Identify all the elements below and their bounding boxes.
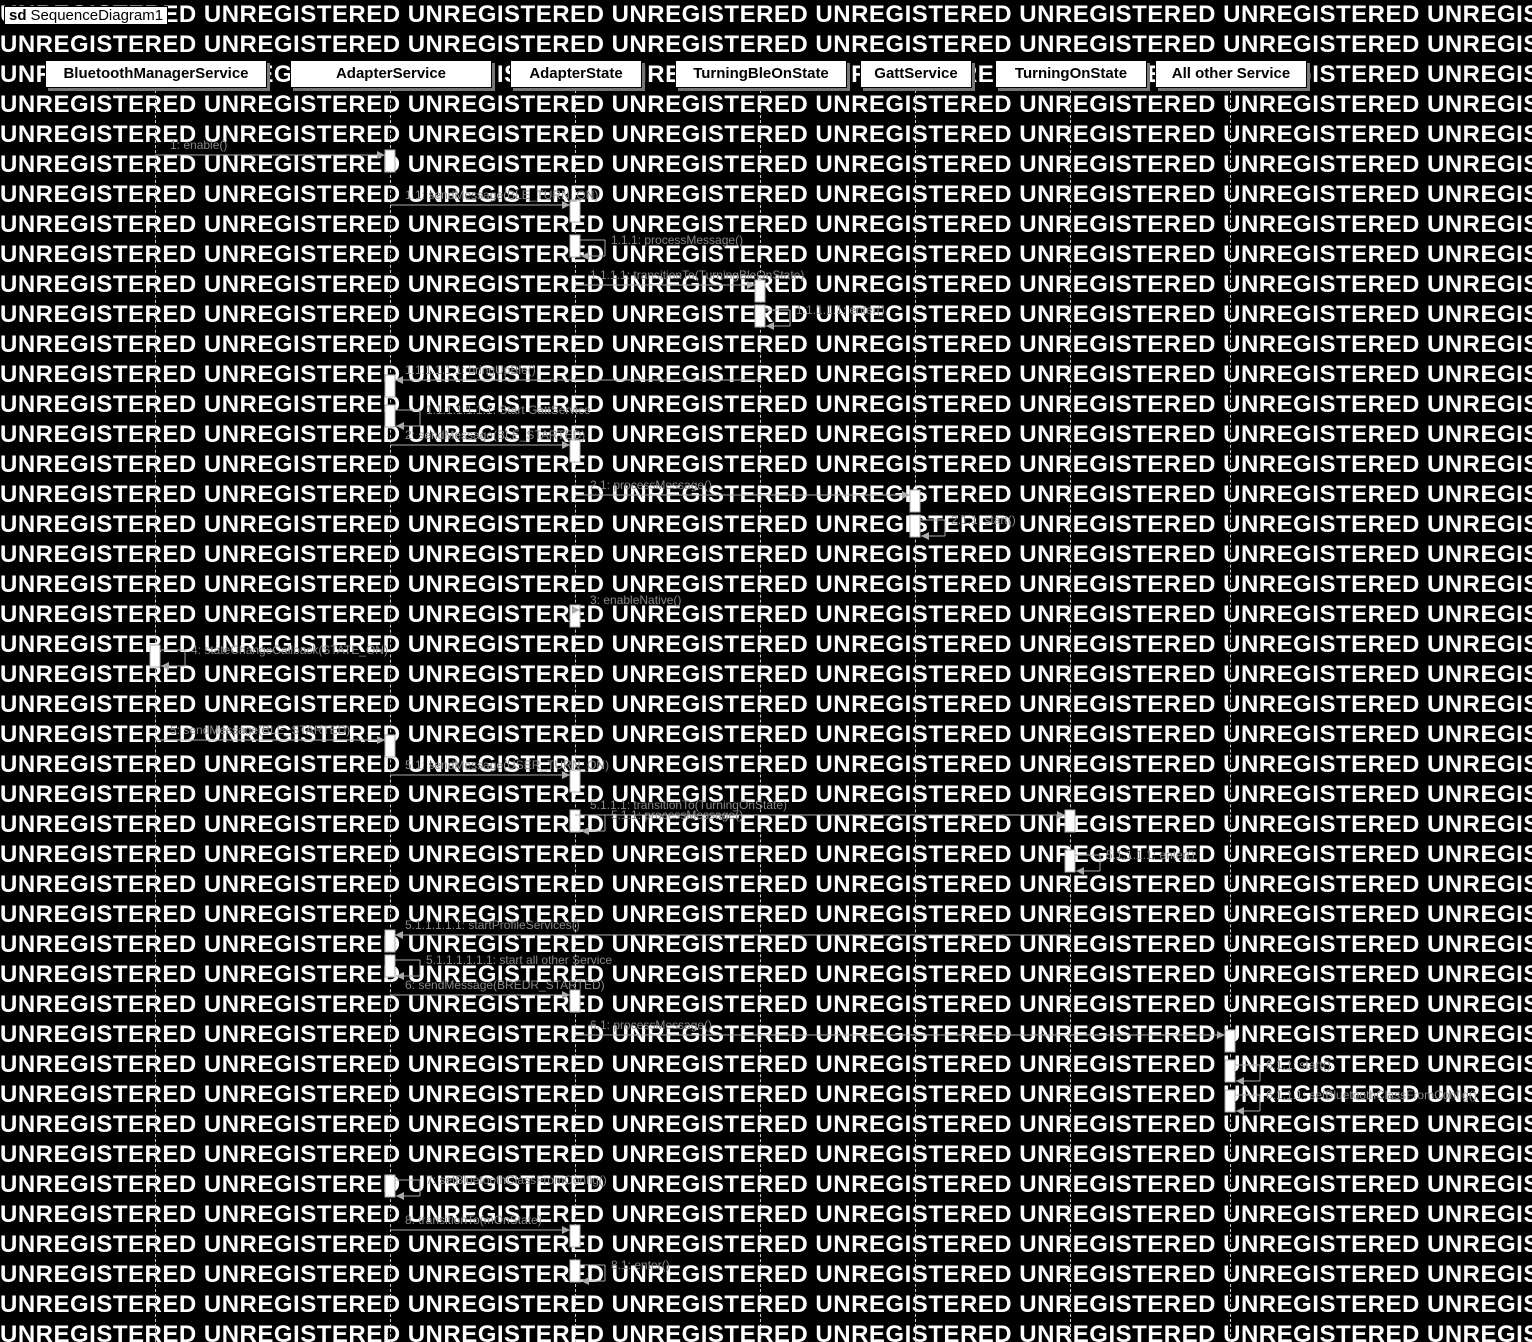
svg-text:8: transitionTo(mOnState): 8: transitionTo(mOnState) — [405, 1213, 542, 1227]
svg-text:1.1.1: processMessage(): 1.1.1: processMessage() — [611, 233, 743, 247]
participant-tos: TurningOnState — [995, 60, 1147, 88]
participant-bms: BluetoothManagerService — [45, 60, 267, 88]
participant-ast: AdapterState — [510, 60, 642, 88]
svg-text:3: enableNative(): 3: enableNative() — [590, 593, 681, 607]
svg-text:1: enable(): 1: enable() — [170, 138, 227, 152]
svg-text:2: sendMessage(BLE_STARTED): 2: sendMessage(BLE_STARTED) — [405, 428, 585, 442]
svg-text:5.1.1.1.1.1.1: start all other: 5.1.1.1.1.1.1: start all other Service — [426, 953, 612, 967]
svg-text:6.1: processMessage(): 6.1: processMessage() — [590, 1018, 712, 1032]
svg-text:5.1.1.1.1.1: startProfileServi: 5.1.1.1.1.1: startProfileServices() — [405, 918, 580, 932]
sequence-canvas: 1: enable() 1.1: sendMessage(BLE_TURN_ON)… — [0, 0, 1532, 1342]
participant-tbos: TurningBleOnState — [675, 60, 847, 88]
participant-gs: GattService — [860, 60, 972, 88]
svg-text:6.1.1.1: setBluetoothClassFrom: 6.1.1.1: setBluetoothClassFromConfig() — [1266, 1088, 1477, 1102]
svg-text:2.1: processMessage(): 2.1: processMessage() — [590, 478, 712, 492]
svg-text:8.1: enter(): 8.1: enter() — [611, 1258, 670, 1272]
frame-tab: sdSequenceDiagram1 — [4, 6, 168, 25]
svg-text:7: setBluetoothClassFromConfig: 7: setBluetoothClassFromConfig() — [426, 1173, 607, 1187]
participant-as: AdapterService — [290, 60, 492, 88]
svg-text:5.1.1.1.1: enter(): 5.1.1.1.1: enter() — [1106, 848, 1195, 862]
svg-text:4: stateChangeCallback(STATE_O: 4: stateChangeCallback(STATE_ON) — [191, 643, 388, 657]
participant-aos: All other Service — [1155, 60, 1307, 88]
svg-text:1.1.1.1: transitionTo(TurningB: 1.1.1.1: transitionTo(TurningBleOnState) — [590, 268, 804, 282]
svg-text:5.1: sendMessage(USER_TURN_ON): 5.1: sendMessage(USER_TURN_ON) — [405, 758, 609, 772]
svg-text:1.1.1.1.1.1.1: Start GattServi: 1.1.1.1.1.1.1: Start GattService — [426, 403, 591, 417]
svg-text:1.1: sendMessage(BLE_TURN_ON): 1.1: sendMessage(BLE_TURN_ON) — [405, 188, 598, 202]
svg-text:6: sendMessage(BREDR_STARTED): 6: sendMessage(BREDR_STARTED) — [405, 978, 605, 992]
svg-text:2.1.1: start(): 2.1.1: start() — [951, 513, 1016, 527]
svg-text:5.1.1.1: transitionTo(TurningO: 5.1.1.1: transitionTo(TurningOnState) — [590, 798, 787, 812]
svg-text:1.1.1.1.1: enter(): 1.1.1.1.1: enter() — [796, 303, 885, 317]
svg-text:5: sendMessage(BLE_STARTED): 5: sendMessage(BLE_STARTED) — [170, 723, 350, 737]
svg-text:1.1.1.1.1.1: bringUpBle(): 1.1.1.1.1.1: bringUpBle() — [405, 363, 536, 377]
svg-text:6.1.1: start(): 6.1.1: start() — [1266, 1058, 1331, 1072]
